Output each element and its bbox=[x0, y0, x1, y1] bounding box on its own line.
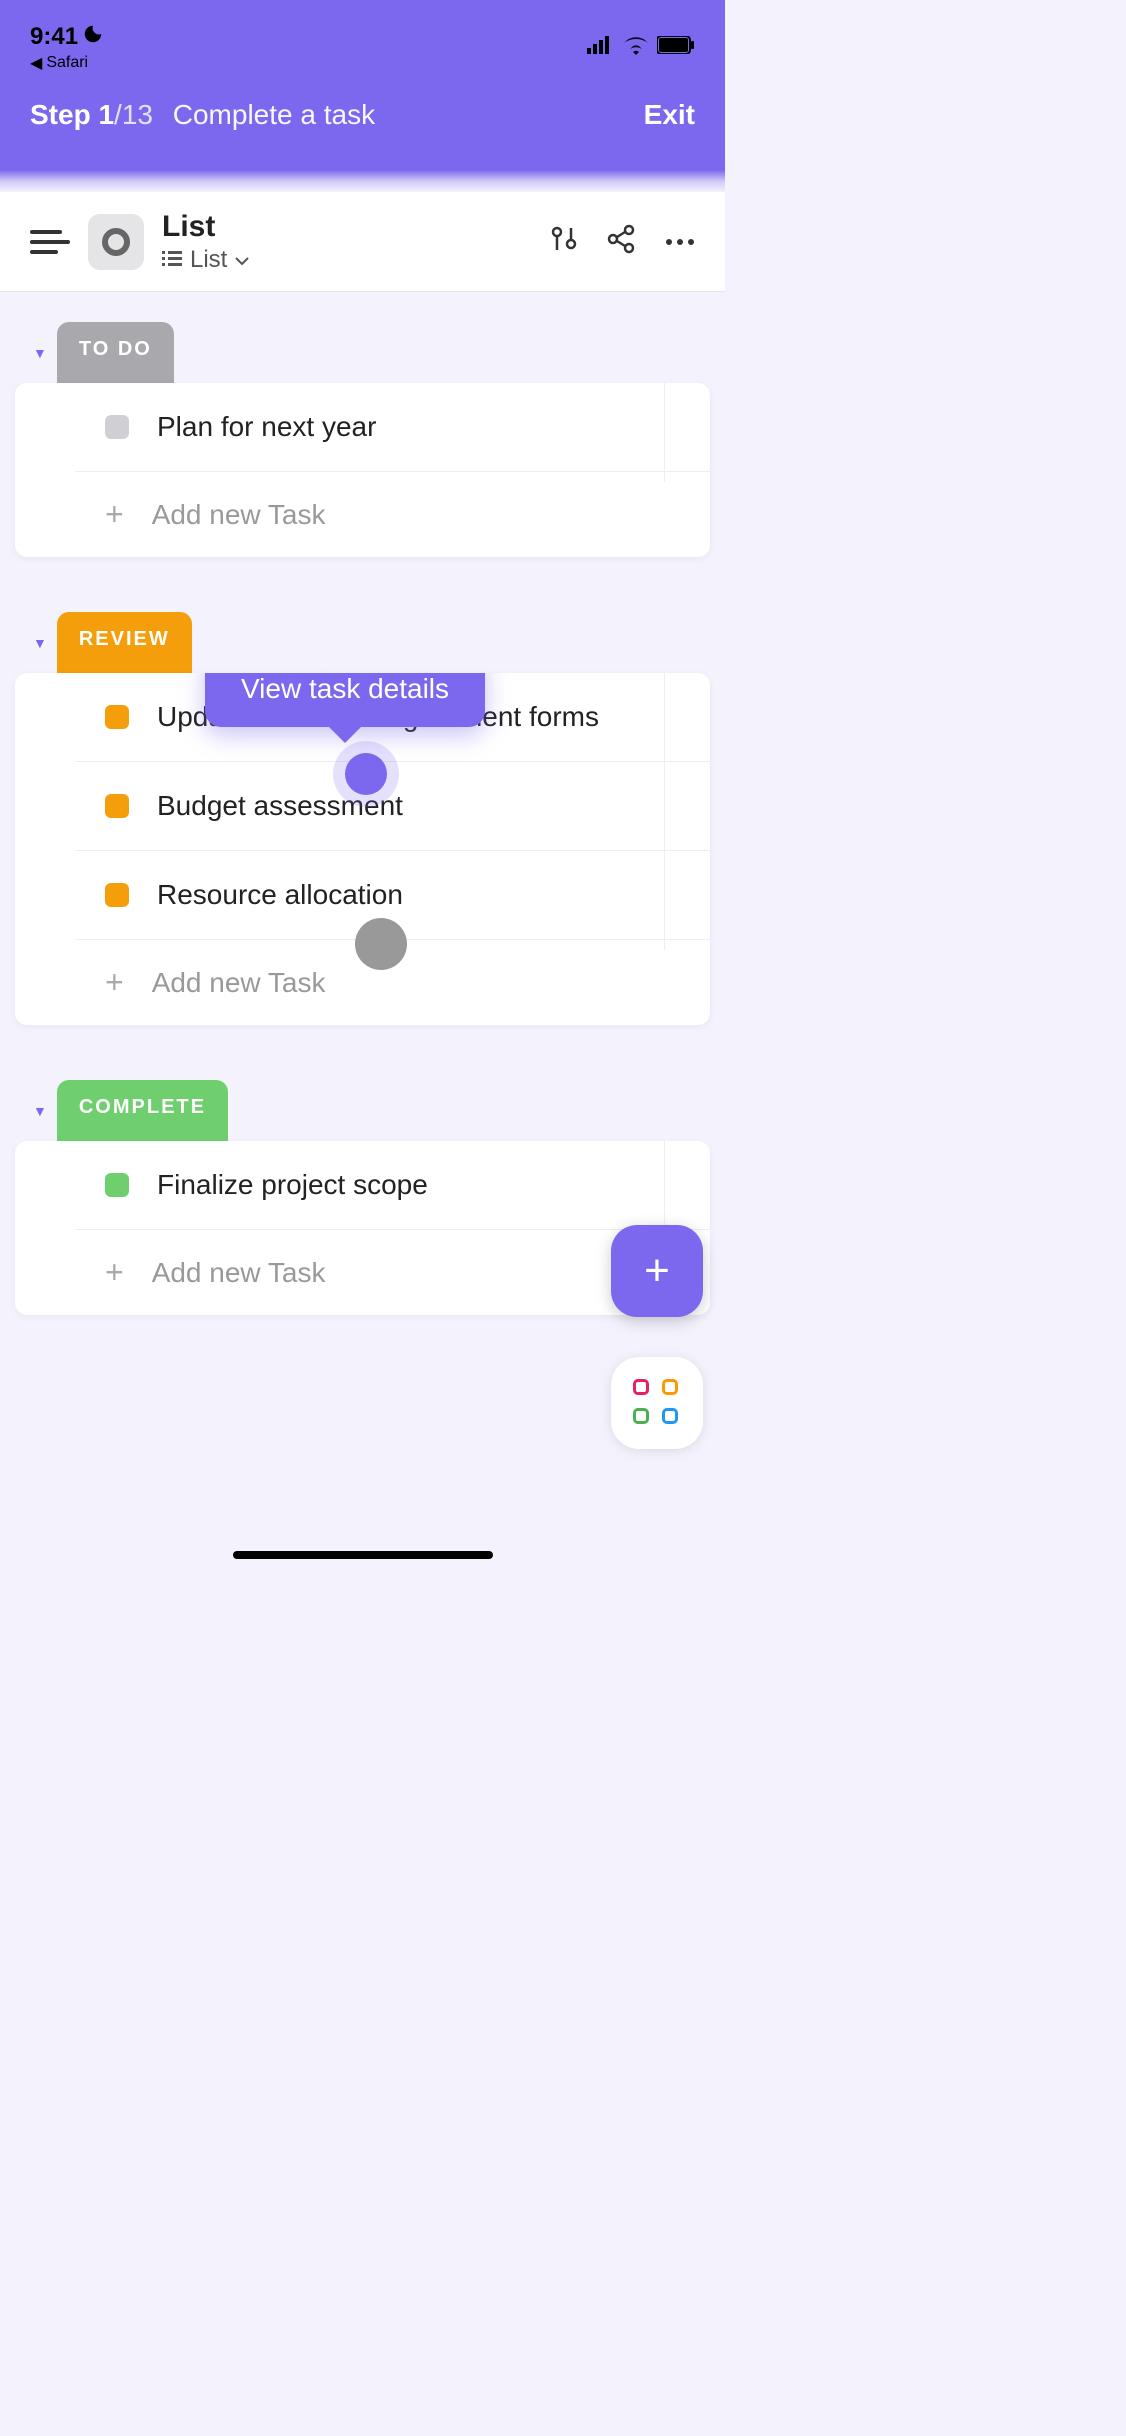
status-square-icon[interactable] bbox=[105, 883, 129, 907]
section-header-complete: ▼ COMPLETE bbox=[15, 1080, 710, 1141]
status-bar-left: 9:41 ◀ Safari bbox=[30, 23, 104, 73]
header-gradient bbox=[0, 170, 725, 192]
more-icon[interactable] bbox=[665, 233, 695, 251]
battery-icon bbox=[657, 36, 695, 59]
touch-indicator-icon bbox=[355, 918, 407, 970]
fab-add-button[interactable]: + bbox=[611, 1225, 703, 1317]
quick-actions-button[interactable] bbox=[611, 1357, 703, 1449]
task-group-review: View task details Update contractor agre… bbox=[15, 673, 710, 1025]
status-bar-right bbox=[587, 35, 695, 60]
list-title: List bbox=[162, 210, 531, 244]
view-selector[interactable]: List bbox=[162, 246, 531, 274]
list-title-group: List List bbox=[162, 210, 531, 274]
status-pill-todo[interactable]: TO DO bbox=[57, 322, 174, 383]
task-group-complete: Finalize project scope + Add new Task bbox=[15, 1141, 710, 1315]
section-header-review: ▼ REVIEW bbox=[15, 612, 710, 673]
status-square-icon[interactable] bbox=[105, 415, 129, 439]
qa-dot-icon bbox=[633, 1408, 649, 1424]
wifi-icon bbox=[623, 35, 649, 60]
content-area: ▼ TO DO Plan for next year + Add new Tas… bbox=[0, 292, 725, 1345]
pulse-highlight-icon bbox=[345, 753, 387, 795]
exit-button[interactable]: Exit bbox=[644, 99, 695, 131]
list-ring-icon bbox=[102, 228, 130, 256]
plus-icon: + bbox=[105, 1254, 124, 1291]
collapse-caret-icon[interactable]: ▼ bbox=[33, 345, 47, 361]
back-to-app[interactable]: ◀ Safari bbox=[30, 53, 104, 73]
share-icon[interactable] bbox=[607, 224, 637, 259]
step-prefix: Step bbox=[30, 99, 98, 130]
view-name: List bbox=[190, 246, 227, 274]
plus-icon: + bbox=[644, 1246, 670, 1296]
onboarding-tooltip: View task details bbox=[205, 673, 485, 727]
add-task-label: Add new Task bbox=[152, 1257, 326, 1289]
task-title: Resource allocation bbox=[157, 879, 403, 911]
qa-dot-icon bbox=[633, 1379, 649, 1395]
status-bar: 9:41 ◀ Safari bbox=[0, 0, 725, 80]
caret-left-icon: ◀ bbox=[30, 53, 42, 73]
task-title: Finalize project scope bbox=[157, 1169, 428, 1201]
task-group-todo: Plan for next year + Add new Task bbox=[15, 383, 710, 557]
task-row[interactable]: Plan for next year bbox=[75, 383, 710, 472]
chevron-down-icon bbox=[235, 246, 249, 274]
section-header-todo: ▼ TO DO bbox=[15, 322, 710, 383]
add-task-row[interactable]: + Add new Task bbox=[75, 472, 710, 557]
step-total: 13 bbox=[122, 99, 153, 130]
list-view-icon bbox=[162, 246, 182, 274]
plus-icon: + bbox=[105, 964, 124, 1001]
collapse-caret-icon[interactable]: ▼ bbox=[33, 1103, 47, 1119]
status-pill-complete[interactable]: COMPLETE bbox=[57, 1080, 228, 1141]
onboarding-title: Complete a task bbox=[173, 99, 375, 130]
onboarding-progress: Step 1/13 Complete a task bbox=[30, 99, 375, 131]
plus-icon: + bbox=[105, 496, 124, 533]
menu-icon[interactable] bbox=[30, 230, 70, 254]
home-indicator[interactable] bbox=[233, 1551, 493, 1559]
tooltip-text: View task details bbox=[241, 673, 449, 704]
add-task-label: Add new Task bbox=[152, 967, 326, 999]
task-row[interactable]: Budget assessment bbox=[75, 762, 710, 851]
task-title: Plan for next year bbox=[157, 411, 376, 443]
status-square-icon[interactable] bbox=[105, 794, 129, 818]
qa-dot-icon bbox=[662, 1379, 678, 1395]
step-sep: / bbox=[114, 99, 122, 130]
list-avatar[interactable] bbox=[88, 214, 144, 270]
add-task-label: Add new Task bbox=[152, 499, 326, 531]
task-row[interactable]: Finalize project scope bbox=[75, 1141, 710, 1230]
status-square-icon[interactable] bbox=[105, 1173, 129, 1197]
step-current: 1 bbox=[98, 99, 114, 130]
header-actions bbox=[549, 224, 695, 259]
back-app-label: Safari bbox=[46, 54, 88, 72]
status-time-row: 9:41 bbox=[30, 23, 104, 51]
qa-dot-icon bbox=[662, 1408, 678, 1424]
signal-icon bbox=[587, 36, 615, 59]
status-square-icon[interactable] bbox=[105, 705, 129, 729]
app-header: List List bbox=[0, 192, 725, 292]
status-time: 9:41 bbox=[30, 23, 78, 51]
onboarding-header: Step 1/13 Complete a task Exit bbox=[0, 80, 725, 170]
status-pill-review[interactable]: REVIEW bbox=[57, 612, 192, 673]
moon-icon bbox=[82, 23, 104, 51]
collapse-caret-icon[interactable]: ▼ bbox=[33, 635, 47, 651]
filter-icon[interactable] bbox=[549, 224, 579, 259]
